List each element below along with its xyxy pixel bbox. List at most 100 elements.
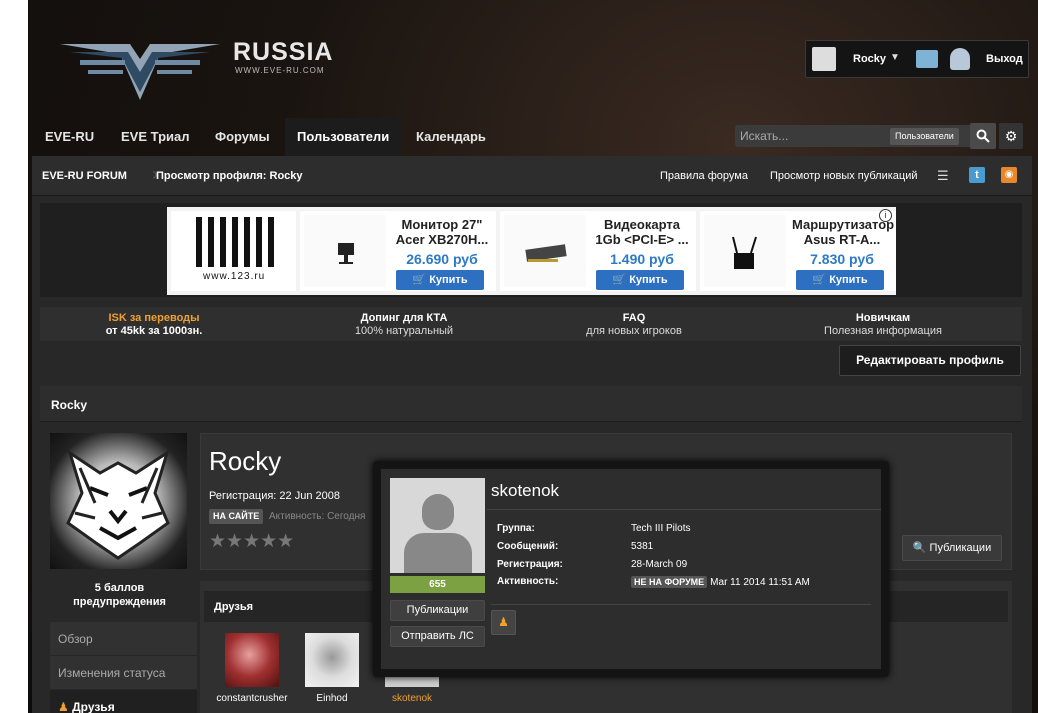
ad-product[interactable]: Монитор 27" Acer XB270H... 26.690 руб 🛒 … [300, 211, 496, 291]
twitter-icon[interactable]: t [969, 167, 985, 183]
friend-name[interactable]: skotenok [372, 693, 452, 704]
nav-item-forums[interactable]: Форумы [203, 118, 282, 156]
friend-name[interactable]: constantcrusher [212, 693, 292, 704]
ad-banner[interactable]: www.123.ru Монитор 27" Acer XB270H... 26… [167, 207, 896, 295]
profile-registration: Регистрация: 22 Jun 2008 [209, 490, 340, 502]
online-badge: НА САЙТЕ [209, 509, 264, 524]
avatar-body [404, 533, 472, 573]
info-key: Регистрация: [497, 559, 563, 570]
side-nav-friends-label: Друзья [72, 700, 115, 713]
promo-sub: 100% натуральный [354, 325, 454, 337]
hovercard-name[interactable]: skotenok [491, 481, 559, 501]
buy-button[interactable]: 🛒 Купить [596, 270, 684, 290]
friends-icon: ♟ [58, 700, 69, 713]
user-hovercard: skotenok Группа: Tech III Pilots Сообщен… [373, 461, 889, 677]
profile-title: Rocky [51, 398, 88, 412]
buy-label: Купить [829, 274, 868, 286]
profile-side-nav: Обзор Изменения статуса ♟ Друзья [50, 622, 197, 713]
product-price: 1.490 руб [610, 251, 674, 267]
promo-link-doping[interactable]: Допинг для КТА 100% натуральный [284, 312, 524, 338]
buy-button[interactable]: 🛒 Купить [796, 270, 884, 290]
send-pm-button[interactable]: Отправить ЛС [390, 626, 485, 647]
breadcrumb-current: Просмотр профиля: Rocky [156, 170, 303, 182]
publications-label: Публикации [929, 542, 992, 554]
nav-item-users[interactable]: Пользователи [285, 118, 402, 156]
add-friend-icon[interactable]: ♟ [491, 610, 516, 635]
chevron-down-icon[interactable]: ▼ [890, 52, 900, 63]
breadcrumb-root[interactable]: EVE-RU FORUM [42, 170, 127, 182]
product-name: Маршрутизатор Asus RT-A... [792, 217, 895, 247]
promo-link-faq[interactable]: FAQ для новых игроков [514, 312, 754, 338]
warning-points: 5 баллов предупреждения [73, 582, 166, 608]
promo-title: ISK за переводы [108, 312, 200, 324]
page: RUSSIA WWW.EVE-RU.COM Rocky ▼ Выход EVE-… [28, 0, 1038, 713]
logo-text: RUSSIA [233, 38, 334, 66]
ad-product[interactable]: Видеокарта 1Gb <PCI-E> ... 1.490 руб 🛒 К… [500, 211, 696, 291]
friend-name[interactable]: Einhod [292, 693, 372, 704]
promo-links: ISK за переводы от 45kk за 1000зн. Допин… [40, 307, 1022, 341]
promo-link-newbies[interactable]: Новичкам Полезная информация [763, 312, 1003, 338]
nav-item-eve-ru[interactable]: EVE-RU [33, 118, 106, 156]
promo-title: Новичкам [855, 312, 911, 324]
monitor-image [304, 215, 386, 287]
friend-avatar[interactable] [225, 633, 279, 687]
profile-name: Rocky [209, 446, 282, 476]
promo-sub: Полезная информация [824, 325, 942, 337]
ad-product[interactable]: Маршрутизатор Asus RT-A... 7.830 руб 🛒 К… [700, 211, 896, 291]
router-image [704, 215, 786, 287]
user-avatar[interactable] [812, 47, 836, 71]
product-price: 7.830 руб [810, 251, 874, 267]
friend-avatar[interactable] [305, 633, 359, 687]
publications-button[interactable]: 🔍 Публикации [902, 535, 1002, 561]
info-key: Группа: [497, 523, 535, 534]
list-icon[interactable]: ☰ [937, 168, 949, 184]
reputation-badge: 655 [390, 576, 485, 593]
gear-icon[interactable]: ⚙ [999, 123, 1023, 149]
info-value: Tech III Pilots [631, 523, 691, 534]
forum-rules-link[interactable]: Правила форума [660, 170, 748, 182]
profile-icon[interactable] [950, 48, 970, 70]
search-icon [976, 129, 990, 143]
side-nav-status-changes[interactable]: Изменения статуса [50, 656, 197, 690]
info-value: 5381 [631, 541, 654, 552]
divider [487, 509, 881, 510]
mail-icon[interactable] [916, 50, 938, 68]
rating-stars[interactable]: ★★★★★ [209, 530, 294, 553]
promo-title: Допинг для КТА [360, 312, 448, 324]
rss-icon[interactable]: ◉ [1001, 167, 1017, 183]
product-name: Монитор 27" Acer XB270H... [395, 217, 489, 247]
edit-profile-button[interactable]: Редактировать профиль [839, 345, 1021, 376]
promo-title: FAQ [622, 312, 646, 324]
shop-url: www.123.ru [203, 271, 266, 282]
nav-item-eve-trial[interactable]: EVE Триал [109, 118, 202, 156]
shop-logo[interactable]: www.123.ru [171, 211, 296, 291]
hovercard-body: skotenok Группа: Tech III Pilots Сообщен… [381, 469, 881, 669]
ad-banner-wrap: www.123.ru Монитор 27" Acer XB270H... 26… [40, 203, 1022, 297]
profile-avatar [50, 433, 187, 569]
site-logo[interactable]: RUSSIA WWW.EVE-RU.COM [40, 14, 334, 104]
hovercard-publications-button[interactable]: Публикации [390, 600, 485, 621]
friend-item[interactable]: constantcrusher [212, 633, 292, 704]
buy-button[interactable]: 🛒 Купить [396, 270, 484, 290]
logout-link[interactable]: Выход [986, 53, 1023, 65]
info-key: Активность: [497, 576, 559, 587]
info-value: 28-March 09 [631, 559, 688, 570]
nav-item-calendar[interactable]: Календарь [404, 118, 498, 156]
friend-item[interactable]: Einhod [292, 633, 372, 704]
search-scope[interactable]: Пользователи [890, 128, 959, 145]
hovercard-avatar[interactable] [390, 478, 485, 573]
new-posts-link[interactable]: Просмотр новых публикаций [770, 170, 918, 182]
info-value: Mar 11 2014 11:51 AM [710, 577, 810, 588]
side-nav-overview[interactable]: Обзор [50, 622, 197, 656]
barcode-icon [196, 217, 276, 267]
info-icon[interactable]: i [879, 209, 892, 222]
user-name[interactable]: Rocky [853, 53, 886, 65]
side-nav-friends[interactable]: ♟ Друзья [50, 690, 197, 713]
search-input[interactable]: Искать... Пользователи [735, 125, 977, 147]
search-button[interactable] [970, 123, 996, 149]
promo-link-isk[interactable]: ISK за переводы от 45kk за 1000зн. [34, 312, 274, 338]
product-price: 26.690 руб [406, 251, 478, 267]
breadcrumb: EVE-RU FORUM › Просмотр профиля: Rocky П… [32, 156, 1032, 196]
friends-title: Друзья [214, 601, 254, 613]
logo-url: WWW.EVE-RU.COM [235, 66, 325, 75]
